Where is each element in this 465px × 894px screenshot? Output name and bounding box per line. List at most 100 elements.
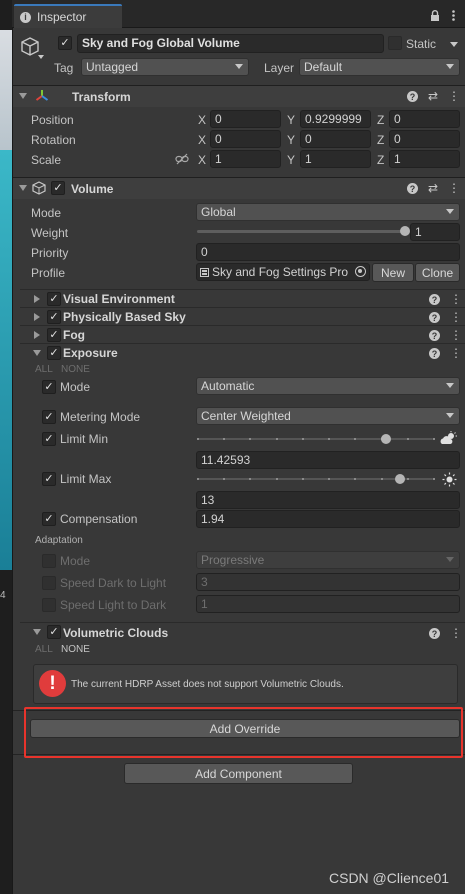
- clouds-warning-box: ! The current HDRP Asset does not suppor…: [33, 664, 458, 704]
- metering-mode-override[interactable]: ✓: [42, 410, 56, 424]
- rotation-z-label[interactable]: Z: [377, 133, 384, 147]
- more-icon[interactable]: ⋮: [447, 181, 461, 195]
- weight-slider[interactable]: [197, 224, 410, 238]
- constrain-proportions-icon[interactable]: [175, 153, 189, 165]
- rotation-y-label[interactable]: Y: [287, 133, 295, 147]
- rotation-x-label[interactable]: X: [198, 133, 206, 147]
- limit-max-field[interactable]: 13: [196, 491, 460, 509]
- chevron-down-icon: [446, 383, 454, 388]
- more-icon[interactable]: ⋮: [447, 89, 461, 103]
- override-physically-based-sky[interactable]: ✓ Physically Based Sky ? ⋮: [20, 308, 465, 326]
- layer-dropdown[interactable]: Default: [299, 58, 460, 76]
- more-icon[interactable]: ⋮: [449, 346, 463, 360]
- scale-x-field[interactable]: 1: [210, 150, 281, 168]
- rotation-z-field[interactable]: 0: [389, 130, 460, 148]
- volume-mode-dropdown[interactable]: Global: [196, 203, 460, 221]
- scale-z-field[interactable]: 1: [389, 150, 460, 168]
- volumetric-clouds-checkbox[interactable]: ✓: [47, 625, 61, 639]
- help-icon[interactable]: ?: [429, 330, 440, 341]
- speed-light-to-dark-override[interactable]: [42, 598, 56, 612]
- position-y-label[interactable]: Y: [287, 113, 295, 127]
- volume-header[interactable]: ✓ Volume ? ⇄ ⋮: [13, 177, 465, 199]
- speed-light-to-dark-field[interactable]: 1: [196, 595, 460, 613]
- exposure-mode-override[interactable]: ✓: [42, 380, 56, 394]
- help-icon[interactable]: ?: [407, 183, 418, 194]
- weight-field[interactable]: 1: [410, 223, 460, 241]
- clouds-all-toggle[interactable]: ALL: [35, 644, 53, 655]
- weather-cloud-icon: [440, 431, 458, 445]
- exposure-checkbox[interactable]: ✓: [47, 346, 61, 360]
- scale-y-field[interactable]: 1: [300, 150, 371, 168]
- speed-dark-to-light-override[interactable]: [42, 576, 56, 590]
- object-name-field[interactable]: Sky and Fog Global Volume: [77, 34, 384, 53]
- metering-mode-dropdown[interactable]: Center Weighted: [196, 407, 460, 425]
- volume-enabled-checkbox[interactable]: ✓: [51, 181, 65, 195]
- weight-slider-knob[interactable]: [400, 226, 410, 236]
- limit-max-slider-knob[interactable]: [394, 474, 405, 484]
- help-icon[interactable]: ?: [429, 312, 440, 323]
- rotation-y-field[interactable]: 0: [300, 130, 371, 148]
- compensation-override[interactable]: ✓: [42, 512, 56, 526]
- object-picker-icon[interactable]: [355, 266, 366, 277]
- limit-max-override[interactable]: ✓: [42, 472, 56, 486]
- position-y-field[interactable]: 0.9299999: [300, 110, 371, 128]
- limit-min-field[interactable]: 11.42593: [196, 451, 460, 469]
- preset-icon[interactable]: ⇄: [426, 89, 440, 103]
- more-icon[interactable]: ⋮: [449, 328, 463, 342]
- more-icon[interactable]: ⋮: [449, 626, 463, 640]
- fog-checkbox[interactable]: ✓: [47, 328, 61, 342]
- profile-field[interactable]: Sky and Fog Settings Pro: [196, 263, 370, 281]
- clouds-none-toggle[interactable]: NONE: [61, 644, 90, 655]
- scale-y-label[interactable]: Y: [287, 153, 295, 167]
- scale-z-label[interactable]: Z: [377, 153, 384, 167]
- adaptation-mode-override[interactable]: [42, 554, 56, 568]
- clone-profile-button[interactable]: Clone: [415, 263, 460, 282]
- override-fog[interactable]: ✓ Fog ? ⋮: [20, 326, 465, 344]
- transform-axis-icon: [35, 89, 49, 103]
- help-icon[interactable]: ?: [407, 91, 418, 102]
- new-profile-button[interactable]: New: [372, 263, 414, 282]
- more-icon[interactable]: ⋮: [449, 292, 463, 306]
- active-checkbox[interactable]: ✓: [58, 36, 72, 50]
- preset-icon[interactable]: ⇄: [426, 181, 440, 195]
- help-icon[interactable]: ?: [429, 294, 440, 305]
- tag-dropdown[interactable]: Untagged: [81, 58, 249, 76]
- limit-max-slider[interactable]: [197, 472, 435, 486]
- compensation-field[interactable]: 1.94: [196, 510, 460, 528]
- scale-x-label[interactable]: X: [198, 153, 206, 167]
- scene-number: 4: [0, 590, 6, 601]
- position-z-label[interactable]: Z: [377, 113, 384, 127]
- more-icon[interactable]: [447, 9, 459, 21]
- adaptation-mode-dropdown[interactable]: Progressive: [196, 551, 460, 569]
- help-icon[interactable]: ?: [429, 348, 440, 359]
- limit-min-slider-knob[interactable]: [380, 434, 391, 444]
- transform-header[interactable]: Transform ? ⇄ ⋮: [13, 85, 465, 107]
- limit-min-override[interactable]: ✓: [42, 432, 56, 446]
- static-dropdown-arrow[interactable]: [450, 42, 458, 47]
- position-label: Position: [31, 113, 74, 127]
- rotation-x-field[interactable]: 0: [210, 130, 281, 148]
- override-exposure[interactable]: ✓ Exposure ? ⋮: [20, 344, 465, 362]
- add-component-button[interactable]: Add Component: [124, 763, 353, 784]
- more-icon[interactable]: ⋮: [449, 310, 463, 324]
- lock-icon[interactable]: [429, 9, 441, 21]
- exposure-all-toggle[interactable]: ALL: [35, 364, 53, 375]
- tab-inspector[interactable]: i Inspector: [14, 4, 122, 28]
- speed-dark-to-light-field[interactable]: 3: [196, 573, 460, 591]
- exposure-none-toggle[interactable]: NONE: [61, 364, 90, 375]
- position-z-field[interactable]: 0: [389, 110, 460, 128]
- icon-dropdown-arrow[interactable]: [38, 55, 44, 59]
- help-icon[interactable]: ?: [429, 628, 440, 639]
- override-visual-environment[interactable]: ✓ Visual Environment ? ⋮: [20, 290, 465, 308]
- override-volumetric-clouds[interactable]: ✓ Volumetric Clouds ? ⋮: [20, 623, 465, 641]
- exposure-mode-dropdown[interactable]: Automatic: [196, 377, 460, 395]
- visual-environment-checkbox[interactable]: ✓: [47, 292, 61, 306]
- position-x-label[interactable]: X: [198, 113, 206, 127]
- limit-min-slider[interactable]: [197, 432, 435, 446]
- position-x-field[interactable]: 0: [210, 110, 281, 128]
- profile-label: Profile: [31, 266, 66, 280]
- static-checkbox[interactable]: [388, 36, 402, 50]
- priority-field[interactable]: 0: [196, 243, 460, 261]
- physically-based-sky-checkbox[interactable]: ✓: [47, 310, 61, 324]
- foldout-arrow-icon: [34, 331, 40, 339]
